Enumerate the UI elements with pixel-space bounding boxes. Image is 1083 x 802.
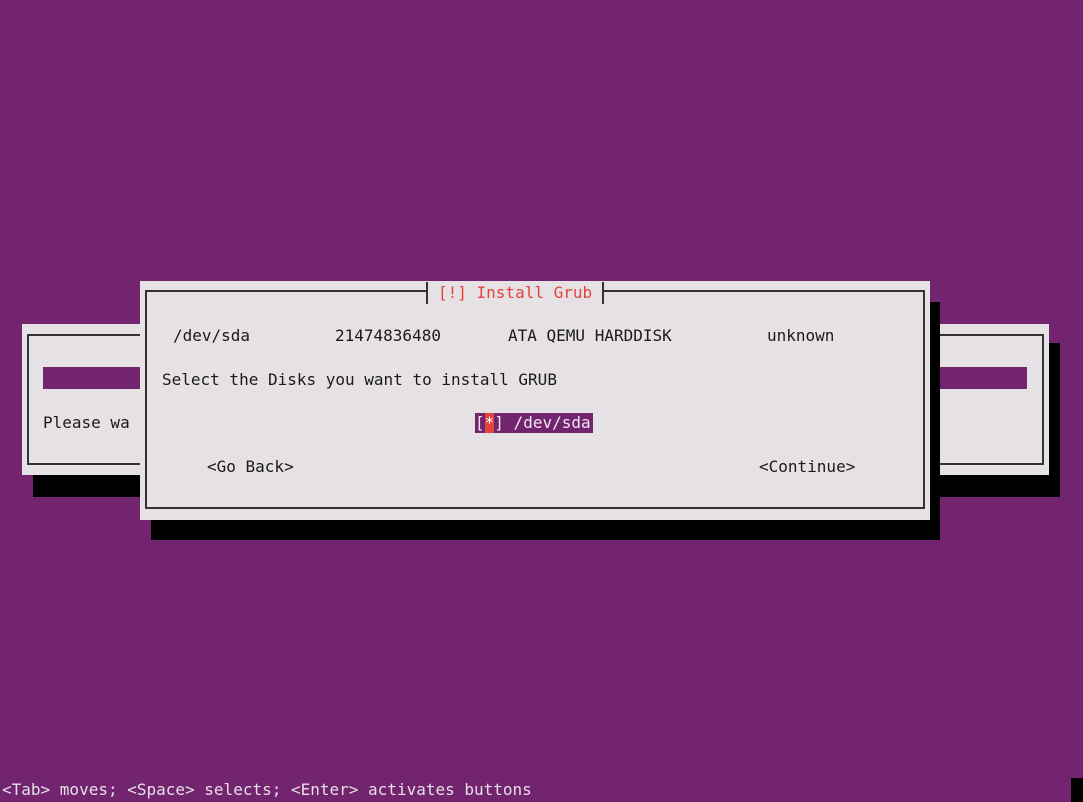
go-back-button[interactable]: <Go Back> <box>207 457 294 477</box>
disk-status: unknown <box>767 326 835 345</box>
checkbox-open-bracket: [ <box>475 413 485 432</box>
disk-model: ATA QEMU HARDDISK <box>508 326 672 345</box>
dialog-title-bar: [!] Install Grub <box>426 281 605 305</box>
disk-path: /dev/sda <box>173 326 251 345</box>
checkbox-close-bracket: ] <box>494 413 504 432</box>
title-divider-right <box>602 282 605 304</box>
disk-size: 21474836480 <box>335 326 441 345</box>
terminal-cursor <box>1071 778 1083 802</box>
continue-button[interactable]: <Continue> <box>759 457 855 477</box>
option-label: /dev/sda <box>503 413 591 432</box>
background-dialog-text: Please wa <box>43 413 130 432</box>
disk-checkbox-option[interactable]: [*] /dev/sda <box>475 413 593 433</box>
dialog-prompt: Select the Disks you want to install GRU… <box>162 370 557 389</box>
dialog-title: [!] Install Grub <box>438 283 593 302</box>
status-bar-hint: <Tab> moves; <Space> selects; <Enter> ac… <box>2 780 532 799</box>
checkbox-checked-mark[interactable]: * <box>484 413 495 433</box>
